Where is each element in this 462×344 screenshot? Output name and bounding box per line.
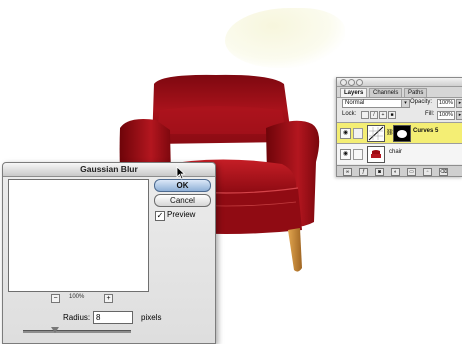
link-layers-icon[interactable]: ∞ xyxy=(343,168,352,176)
tab-channels[interactable]: Channels xyxy=(369,88,403,97)
radius-input[interactable]: 8 xyxy=(93,311,133,324)
zoom-out-button[interactable]: − xyxy=(51,294,60,303)
fill-label: Fill: xyxy=(425,111,435,117)
zoom-icon[interactable] xyxy=(356,79,363,86)
trash-icon[interactable]: ⌫ xyxy=(439,168,448,176)
tab-paths[interactable]: Paths xyxy=(404,88,428,97)
layer-style-icon[interactable]: ƒ xyxy=(359,168,368,176)
lock-row: Lock: / + ■ Fill: 100% ▸ xyxy=(337,109,462,120)
preview-area[interactable] xyxy=(8,179,149,292)
chair-thumbnail xyxy=(367,146,385,163)
ok-button[interactable]: OK xyxy=(154,179,211,192)
close-icon[interactable] xyxy=(340,79,347,86)
panel-footer: ∞ ƒ ◙ ◐ ▭ ▫ ⌫ xyxy=(337,165,462,176)
layer-name: Curves 5 xyxy=(413,128,439,134)
opacity-arrow-icon[interactable]: ▸ xyxy=(456,99,462,108)
layer-row-curves[interactable]: ◉ ⛓ Curves 5 xyxy=(337,122,462,143)
radius-slider[interactable] xyxy=(23,327,131,333)
cancel-button[interactable]: Cancel xyxy=(154,194,211,207)
gaussian-blur-dialog: Gaussian Blur OK Cancel ✓ Preview − 100%… xyxy=(2,162,216,344)
layer-link-slot xyxy=(353,149,363,160)
mask-thumbnail xyxy=(393,125,411,142)
add-mask-icon[interactable]: ◙ xyxy=(375,168,384,176)
background-highlight xyxy=(225,8,345,68)
slider-knob[interactable] xyxy=(51,327,60,333)
lock-icon[interactable]: ■ xyxy=(388,111,396,119)
arrow-cursor-icon xyxy=(176,166,186,180)
new-layer-icon[interactable]: ▫ xyxy=(423,168,432,176)
radius-unit: pixels xyxy=(141,313,162,322)
fill-field[interactable]: 100% xyxy=(437,111,456,120)
new-group-icon[interactable]: ▭ xyxy=(407,168,416,176)
chevron-down-icon: ▾ xyxy=(401,100,409,107)
preview-label: Preview xyxy=(167,210,196,219)
lock-label: Lock: xyxy=(342,111,357,117)
panel-titlebar xyxy=(337,78,462,87)
lock-transparency-icon[interactable] xyxy=(361,111,369,119)
zoom-level: 100% xyxy=(69,294,85,300)
lock-move-icon[interactable]: + xyxy=(379,111,387,119)
layer-name: chair xyxy=(389,149,403,155)
eye-icon[interactable]: ◉ xyxy=(340,128,351,139)
lock-paint-icon[interactable]: / xyxy=(370,111,378,119)
radius-label: Radius: xyxy=(63,313,91,322)
blend-row: Normal ▾ Opacity: 100% ▸ xyxy=(337,97,462,108)
adjustment-layer-icon[interactable]: ◐ xyxy=(391,168,400,176)
preview-checkbox[interactable]: ✓ xyxy=(155,211,165,221)
layer-row-chair[interactable]: ◉ chair xyxy=(337,143,462,164)
minimize-icon[interactable] xyxy=(348,79,355,86)
blend-mode-select[interactable]: Normal ▾ xyxy=(342,99,410,108)
curves-thumbnail xyxy=(367,125,385,142)
opacity-field[interactable]: 100% xyxy=(437,99,456,108)
blend-mode-value: Normal xyxy=(345,100,365,106)
zoom-in-button[interactable]: + xyxy=(104,294,113,303)
layers-panel: Layers Channels Paths Normal ▾ Opacity: … xyxy=(336,77,462,177)
opacity-label: Opacity: xyxy=(410,99,433,105)
tab-layers[interactable]: Layers xyxy=(340,88,368,97)
adjustment-icon xyxy=(353,128,363,139)
fill-arrow-icon[interactable]: ▸ xyxy=(456,111,462,120)
eye-icon[interactable]: ◉ xyxy=(340,149,351,160)
